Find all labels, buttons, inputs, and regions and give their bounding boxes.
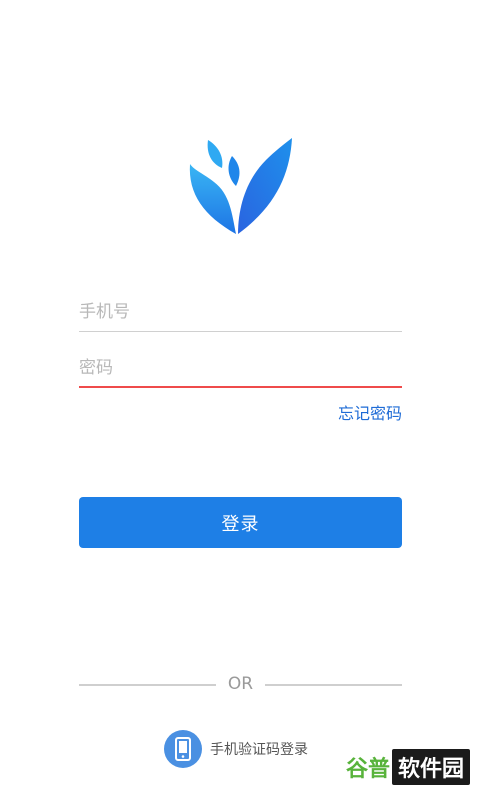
forgot-password-link[interactable]: 忘记密码 [338,400,402,424]
sms-login-label: 手机验证码登录 [210,742,308,758]
phone-input[interactable] [79,292,402,332]
password-underline [79,386,402,388]
mobile-phone-icon [164,730,202,768]
or-divider: OR [79,674,402,696]
or-line-right [265,684,402,686]
phone-field[interactable] [79,292,402,332]
watermark-part2: 软件园 [391,749,470,785]
sms-login-button[interactable]: 手机验证码登录 [164,730,308,768]
password-field[interactable] [79,348,402,388]
password-input[interactable] [79,348,402,388]
watermark-logo: 谷普 软件园 [346,749,470,785]
login-button[interactable]: 登录 [79,497,402,548]
login-screen: 忘记密码 登录 OR 手机验证码登录 谷普 软件园 [0,0,480,800]
leaf-logo-icon [189,138,292,234]
phone-underline [79,331,402,332]
watermark-part1: 谷普 [345,757,390,782]
